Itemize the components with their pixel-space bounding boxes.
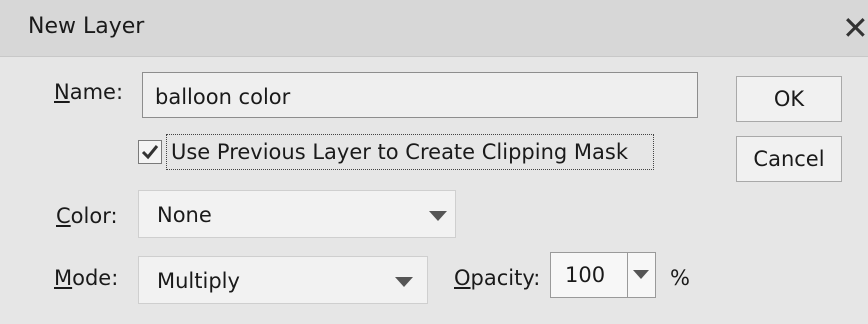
dialog-title: New Layer <box>28 14 145 39</box>
ok-button[interactable]: OK <box>736 76 842 122</box>
color-dropdown-value: None <box>157 203 212 227</box>
mode-label-mnemonic: M <box>54 266 73 290</box>
cancel-button[interactable]: Cancel <box>736 136 842 182</box>
opacity-label: Opacity: <box>454 266 540 290</box>
opacity-label-rest: pacity: <box>470 266 541 290</box>
opacity-value: 100 <box>565 263 606 287</box>
check-icon <box>141 145 159 160</box>
clipping-mask-label[interactable]: Use Previous Layer to Create Clipping Ma… <box>166 134 654 170</box>
opacity-dropdown-button[interactable] <box>627 253 656 297</box>
name-input[interactable]: balloon color <box>142 72 698 118</box>
name-label: Name: <box>54 80 123 104</box>
name-label-rest: ame: <box>69 80 124 104</box>
chevron-down-icon <box>633 270 649 279</box>
mode-dropdown-value: Multiply <box>157 269 240 293</box>
opacity-unit: % <box>670 266 690 290</box>
name-input-value: balloon color <box>155 85 291 109</box>
mode-label-rest: ode: <box>72 266 119 290</box>
name-label-mnemonic: N <box>54 80 70 104</box>
opacity-label-mnemonic: O <box>454 266 471 290</box>
color-label-mnemonic: C <box>56 204 71 228</box>
dialog-title-bar: New Layer ✕ <box>0 0 868 57</box>
chevron-down-icon <box>395 277 413 287</box>
close-icon[interactable]: ✕ <box>842 8 868 48</box>
color-label: Color: <box>56 204 118 228</box>
opacity-input[interactable]: 100 <box>550 252 656 298</box>
chevron-down-icon <box>429 211 447 221</box>
mode-dropdown[interactable]: Multiply <box>138 256 428 304</box>
mode-label: Mode: <box>54 266 118 290</box>
color-dropdown[interactable]: None <box>138 190 456 238</box>
color-label-rest: olor: <box>70 204 118 228</box>
clipping-mask-checkbox[interactable] <box>138 140 162 164</box>
